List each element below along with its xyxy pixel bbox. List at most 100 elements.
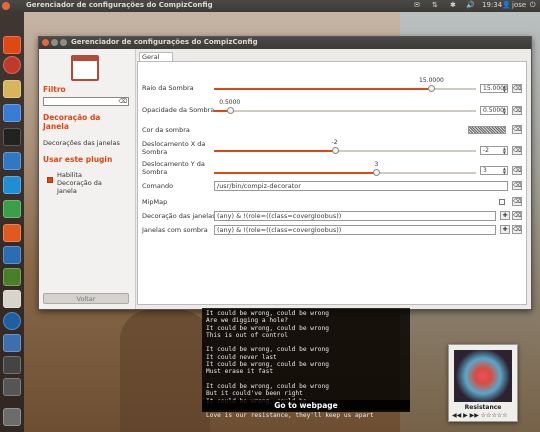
shadow-opacity-slider[interactable]: 0.5000 (214, 99, 476, 114)
tab-general[interactable]: Geral (139, 52, 173, 61)
slider-value: 0.5000 (219, 99, 241, 106)
add-icon[interactable]: ✚ (500, 225, 510, 234)
slider-fill (214, 150, 335, 152)
enable-plugin-checkbox[interactable] (47, 177, 53, 183)
slider-knob[interactable] (428, 85, 436, 92)
user-icon[interactable]: 👤 (502, 1, 511, 9)
playback-controls[interactable]: ◀◀ ▶ ▶▶ ☆☆☆☆☆ (452, 412, 508, 419)
lyrics-line: It could be wrong, could be wrong (206, 324, 329, 332)
album-cover[interactable] (454, 350, 512, 402)
mipmap-checkbox[interactable] (499, 199, 505, 205)
reset-icon[interactable]: ⌫ (512, 197, 522, 206)
software-center-icon[interactable] (3, 224, 21, 242)
filter-heading: Filtro (43, 85, 66, 94)
mail-icon[interactable]: ✉ (414, 1, 420, 9)
app-icon[interactable] (3, 290, 21, 308)
reset-icon[interactable]: ⌫ (512, 146, 522, 155)
opera-icon[interactable] (3, 56, 21, 74)
lyrics-panel: It could be wrong, could be wrong Are we … (202, 308, 410, 419)
volume-icon[interactable]: 🔊 (466, 1, 475, 9)
reset-icon[interactable]: ⌫ (512, 106, 522, 115)
settings-icon[interactable] (3, 176, 21, 194)
reset-icon[interactable]: ⌫ (512, 125, 522, 134)
lyrics-line: It could be wrong, could be wrong (206, 310, 329, 317)
slider-value: 3 (374, 161, 379, 168)
offset-x-slider[interactable]: -2 (214, 139, 476, 154)
spin-arrows-icon[interactable]: ▲ ▼ (503, 147, 506, 155)
slider-knob[interactable] (331, 147, 339, 154)
drive-icon[interactable] (3, 378, 21, 396)
slider-fill (214, 172, 377, 174)
offset-y-label: Deslocamento Y da Sombra (142, 160, 205, 176)
spin-arrows-icon[interactable]: ▲ ▼ (503, 167, 506, 175)
lyrics-line: Are we digging a hole? (206, 317, 288, 325)
top-panel: Gerenciador de configurações do CompizCo… (0, 0, 540, 12)
browser-icon[interactable] (3, 104, 21, 122)
window-close-icon[interactable] (42, 39, 49, 46)
use-plugin-heading: Usar este plugin (43, 155, 113, 164)
lyrics-line: It could be wrong, could be wrong (206, 382, 329, 390)
compizconfig-window: Gerenciador de configurações do CompizCo… (38, 36, 532, 310)
shadow-color-label: Cor da sombra (142, 126, 190, 134)
shadow-opacity-spinbox[interactable]: 0.5000 ▲ ▼ (480, 106, 508, 115)
offset-y-spinbox[interactable]: 3 ▲ ▼ (480, 166, 508, 175)
image-viewer-icon[interactable] (3, 268, 21, 286)
reset-icon[interactable]: ⌫ (512, 181, 522, 190)
power-icon[interactable]: ⏻ (530, 1, 536, 10)
shadow-color-button[interactable] (468, 126, 506, 134)
document-icon[interactable] (3, 152, 21, 170)
window-minimize-icon[interactable] (51, 39, 58, 46)
user-name[interactable]: jose (512, 1, 526, 9)
disk-icon[interactable] (3, 356, 21, 374)
spin-arrows-icon[interactable]: ▲ ▼ (503, 85, 506, 93)
filter-input[interactable]: ⌫ (43, 97, 129, 106)
trash-icon[interactable] (3, 408, 21, 426)
mipmap-label: MipMap (142, 198, 168, 206)
launcher (0, 12, 24, 432)
background-tree (120, 310, 210, 432)
slider-value: -2 (331, 139, 338, 146)
lyrics-line: Must erase it fast (206, 368, 274, 376)
reset-icon[interactable]: ⌫ (512, 211, 522, 220)
command-label: Comando (142, 182, 174, 190)
dash-home-icon[interactable] (3, 36, 21, 54)
close-icon[interactable] (2, 2, 10, 10)
go-to-webpage-button[interactable]: Go to webpage (202, 400, 410, 412)
lyrics-line: It could be wrong, could be wrong (206, 361, 329, 369)
bluetooth-icon[interactable]: ✱ (450, 1, 456, 9)
category-heading: Decoração da Janela (43, 113, 101, 131)
reset-icon[interactable]: ⌫ (512, 84, 522, 93)
album-widget: Resistance ◀◀ ▶ ▶▶ ☆☆☆☆☆ (448, 344, 518, 422)
shadow-windows-field[interactable]: (any) & !(role=((class=covergloobus)) (214, 225, 496, 235)
network-icon[interactable]: ⇅ (432, 1, 438, 9)
chat-icon[interactable] (3, 246, 21, 264)
command-field[interactable]: /usr/bin/compiz-decorator (214, 181, 508, 191)
slider-knob[interactable] (226, 107, 234, 114)
terminal-icon[interactable] (3, 128, 21, 146)
plugin-window-icon (71, 55, 99, 81)
spin-arrows-icon[interactable]: ▲ ▼ (503, 107, 506, 115)
reset-icon[interactable]: ⌫ (512, 225, 522, 234)
offset-x-label: Deslocamento X da Sombra (142, 140, 206, 156)
sidebar: Filtro ⌫ Decoração da Janela Decorações … (39, 49, 136, 309)
slider-value: 15.0000 (419, 77, 444, 84)
shadow-radius-slider[interactable]: 15.0000 (214, 77, 476, 92)
lyrics-line: It could be wrong, could be wrong (206, 346, 329, 354)
back-button[interactable]: Voltar (43, 293, 129, 304)
lyrics-line (206, 376, 406, 383)
offset-y-slider[interactable]: 3 (214, 161, 476, 176)
slider-knob[interactable] (373, 169, 381, 176)
add-icon[interactable]: ✚ (500, 211, 510, 220)
window-decoration-field[interactable]: (any) & !(role=((class=covergloobus)) (214, 211, 496, 221)
clock[interactable]: 19:34 (482, 1, 502, 9)
spreadsheet-icon[interactable] (3, 200, 21, 218)
music-icon[interactable] (3, 312, 21, 330)
reset-icon[interactable]: ⌫ (512, 166, 522, 175)
window-maximize-icon[interactable] (60, 39, 67, 46)
category-item[interactable]: Decorações das janelas (43, 139, 120, 147)
media-icon[interactable] (3, 334, 21, 352)
files-icon[interactable] (3, 80, 21, 98)
shadow-radius-spinbox[interactable]: 15.0000 ▲ ▼ (480, 84, 508, 93)
clear-filter-icon[interactable]: ⌫ (119, 98, 127, 105)
offset-x-spinbox[interactable]: -2 ▲ ▼ (480, 146, 508, 155)
